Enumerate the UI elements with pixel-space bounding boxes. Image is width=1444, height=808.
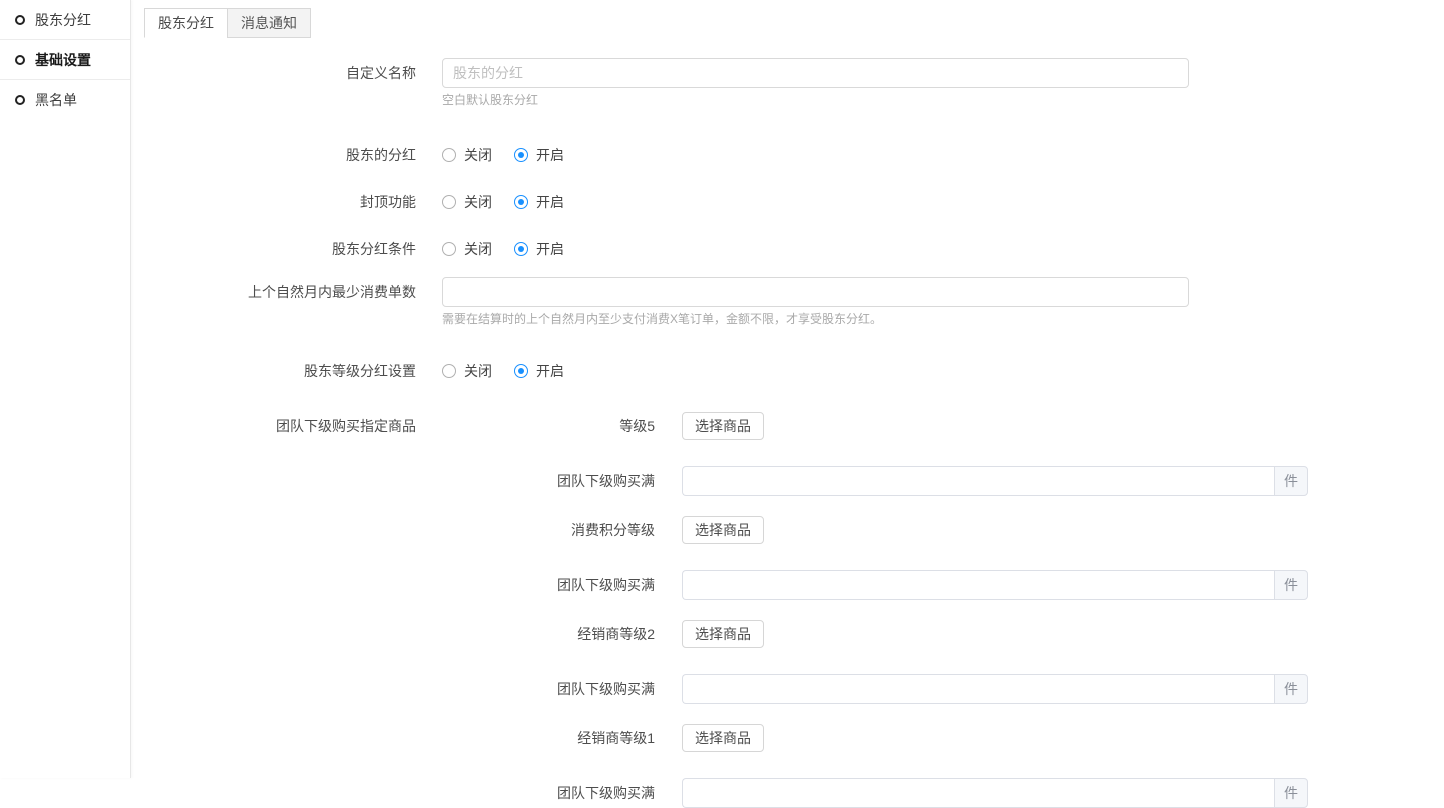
min-orders-field: 需要在结算时的上个自然月内至少支付消费X笔订单，金额不限，才享受股东分红。 — [442, 277, 1189, 326]
sidebar-item-label: 基础设置 — [35, 50, 91, 70]
radio-label: 关闭 — [464, 192, 492, 212]
choose-product-button[interactable]: 选择商品 — [682, 412, 764, 440]
level-label: 等级5 — [416, 411, 655, 441]
field-label: 团队下级购买指定商品 — [131, 411, 416, 441]
radio-group: 关闭 开启 — [442, 239, 564, 259]
choose-product-button[interactable]: 选择商品 — [682, 620, 764, 648]
radio-close-option[interactable]: 关闭 — [442, 192, 492, 212]
circle-icon — [15, 55, 25, 65]
help-text: 空白默认股东分红 — [442, 93, 1189, 107]
radio-label: 开启 — [536, 361, 564, 381]
buy-amount-input[interactable] — [682, 778, 1274, 808]
main-content: 股东分红 消息通知 自定义名称 空白默认股东分红 股东的分红 关闭 — [131, 0, 1444, 778]
radio-open-option[interactable]: 开启 — [514, 145, 564, 165]
radio-circle-icon — [442, 242, 456, 256]
field-label: 封顶功能 — [131, 187, 416, 217]
unit-addon: 件 — [1274, 674, 1308, 704]
radio-close-option[interactable]: 关闭 — [442, 239, 492, 259]
choose-product-button[interactable]: 选择商品 — [682, 516, 764, 544]
buy-amount-input[interactable] — [682, 466, 1274, 496]
amount-input-group: 件 — [682, 674, 1308, 704]
level5-picker-row: 团队下级购买指定商品 等级5 选择商品 — [131, 411, 1444, 441]
field-label: 消费积分等级 — [131, 515, 655, 545]
field-label: 上个自然月内最少消费单数 — [131, 277, 416, 307]
sidebar-item-shareholder-dividend[interactable]: 股东分红 — [0, 0, 130, 40]
radio-open-option[interactable]: 开启 — [514, 361, 564, 381]
radio-label: 关闭 — [464, 145, 492, 165]
custom-name-row: 自定义名称 空白默认股东分红 — [131, 58, 1444, 107]
min-orders-row: 上个自然月内最少消费单数 需要在结算时的上个自然月内至少支付消费X笔订单，金额不… — [131, 277, 1444, 326]
buy-amount-input[interactable] — [682, 570, 1274, 600]
choose-product-button[interactable]: 选择商品 — [682, 724, 764, 752]
cap-toggle-row: 封顶功能 关闭 开启 — [131, 187, 1444, 217]
radio-close-option[interactable]: 关闭 — [442, 145, 492, 165]
points-level-picker-row: 消费积分等级 选择商品 — [131, 515, 1444, 545]
amount-input-group: 件 — [682, 570, 1308, 600]
help-text: 需要在结算时的上个自然月内至少支付消费X笔订单，金额不限，才享受股东分红。 — [442, 312, 1189, 326]
sidebar-item-label: 股东分红 — [35, 10, 91, 30]
radio-circle-icon — [442, 195, 456, 209]
amount-input-group: 件 — [682, 466, 1308, 496]
settings-form: 自定义名称 空白默认股东分红 股东的分红 关闭 开启 — [131, 38, 1444, 808]
field-label: 团队下级购买满 — [131, 674, 655, 704]
sidebar-item-label: 黑名单 — [35, 90, 77, 110]
amount-input-group: 件 — [682, 778, 1308, 808]
dividend-toggle-row: 股东的分红 关闭 开启 — [131, 140, 1444, 170]
unit-addon: 件 — [1274, 466, 1308, 496]
field-label: 团队下级购买满 — [131, 570, 655, 600]
radio-circle-icon — [514, 242, 528, 256]
radio-label: 开启 — [536, 145, 564, 165]
tab-bar: 股东分红 消息通知 — [144, 8, 1444, 38]
sidebar: 股东分红 基础设置 黑名单 — [0, 0, 131, 778]
field-label: 团队下级购买满 — [131, 466, 655, 496]
condition-toggle-row: 股东分红条件 关闭 开启 — [131, 234, 1444, 264]
unit-addon: 件 — [1274, 570, 1308, 600]
custom-name-input[interactable] — [442, 58, 1189, 88]
field-label: 自定义名称 — [131, 58, 416, 88]
buy-amount-row: 团队下级购买满 件 — [131, 778, 1444, 808]
radio-label: 开启 — [536, 239, 564, 259]
buy-amount-row: 团队下级购买满 件 — [131, 466, 1444, 496]
circle-icon — [15, 95, 25, 105]
radio-label: 关闭 — [464, 239, 492, 259]
radio-close-option[interactable]: 关闭 — [442, 361, 492, 381]
field-label: 经销商等级2 — [131, 619, 655, 649]
buy-amount-row: 团队下级购买满 件 — [131, 570, 1444, 600]
dealer-level2-picker-row: 经销商等级2 选择商品 — [131, 619, 1444, 649]
field-label: 股东等级分红设置 — [131, 356, 416, 386]
field-label: 经销商等级1 — [131, 723, 655, 753]
radio-group: 关闭 开启 — [442, 145, 564, 165]
radio-label: 开启 — [536, 192, 564, 212]
sidebar-item-blacklist[interactable]: 黑名单 — [0, 80, 130, 120]
dealer-level1-picker-row: 经销商等级1 选择商品 — [131, 723, 1444, 753]
min-orders-input[interactable] — [442, 277, 1189, 307]
radio-circle-icon — [514, 195, 528, 209]
radio-circle-icon — [514, 364, 528, 378]
sidebar-item-basic-settings[interactable]: 基础设置 — [0, 40, 130, 80]
unit-addon: 件 — [1274, 778, 1308, 808]
circle-icon — [15, 15, 25, 25]
radio-circle-icon — [514, 148, 528, 162]
app-window: 股东分红 基础设置 黑名单 股东分红 消息通知 自定义名称 空白默认股东分红 — [0, 0, 1444, 778]
buy-amount-input[interactable] — [682, 674, 1274, 704]
tab-message-notify[interactable]: 消息通知 — [227, 8, 311, 38]
custom-name-field: 空白默认股东分红 — [442, 58, 1189, 107]
radio-open-option[interactable]: 开启 — [514, 239, 564, 259]
radio-circle-icon — [442, 148, 456, 162]
radio-group: 关闭 开启 — [442, 192, 564, 212]
radio-group: 关闭 开启 — [442, 361, 564, 381]
buy-amount-row: 团队下级购买满 件 — [131, 674, 1444, 704]
level-dividend-toggle-row: 股东等级分红设置 关闭 开启 — [131, 356, 1444, 386]
radio-label: 关闭 — [464, 361, 492, 381]
radio-open-option[interactable]: 开启 — [514, 192, 564, 212]
radio-circle-icon — [442, 364, 456, 378]
field-label: 股东的分红 — [131, 140, 416, 170]
tab-shareholder-dividend[interactable]: 股东分红 — [144, 8, 228, 38]
field-label: 团队下级购买满 — [131, 778, 655, 808]
field-label: 股东分红条件 — [131, 234, 416, 264]
